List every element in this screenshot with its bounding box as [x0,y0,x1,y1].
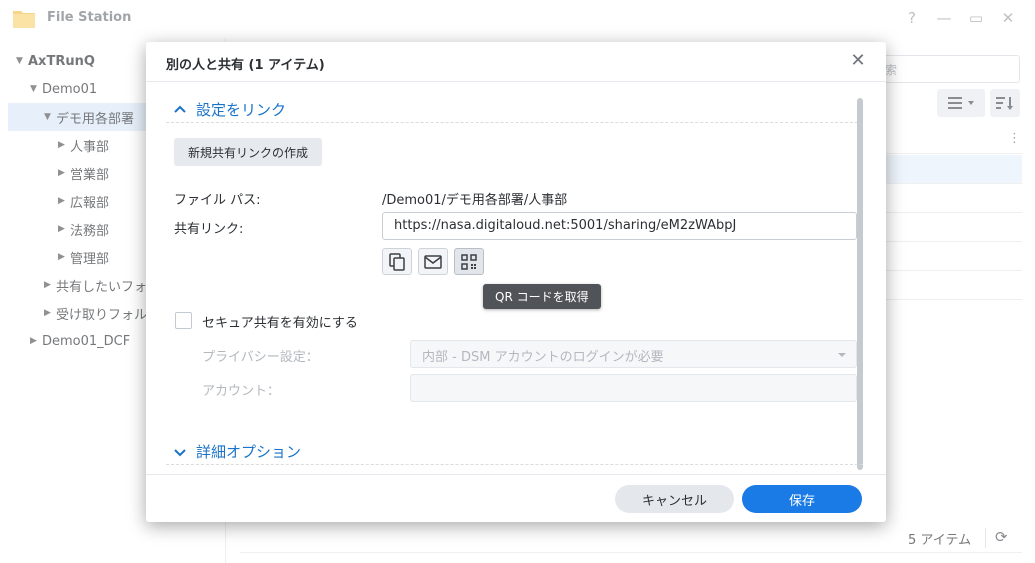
share-link-label: 共有リンク: [174,222,244,237]
chevron-down-icon [174,448,186,456]
file-path-label: ファイル パス: [174,193,261,208]
cancel-button[interactable]: キャンセル [615,485,734,513]
qr-code-button[interactable] [454,248,484,275]
dialog-scrollbar[interactable] [857,98,863,470]
qr-code-tooltip: QR コードを取得 [483,284,601,309]
close-icon[interactable]: ✕ [849,52,867,70]
chevron-up-icon [174,105,186,113]
section-link-settings-label: 設定をリンク [196,101,287,119]
section-link-settings[interactable]: 設定をリンク [166,97,863,123]
share-link-field[interactable]: https://nasa.digitaloud.net:5001/sharing… [382,212,857,240]
account-field [410,374,857,402]
section-advanced-options[interactable]: 詳細オプション [166,439,863,465]
dropdown-caret-icon [838,353,846,357]
dialog-title: 別の人と共有 (1 アイテム) [166,58,325,73]
save-button[interactable]: 保存 [742,485,862,513]
dialog-footer: キャンセル 保存 [146,474,886,522]
copy-link-button[interactable] [382,248,412,275]
qr-code-icon [461,253,477,270]
secure-share-checkbox[interactable] [175,312,192,329]
email-link-button[interactable] [418,248,448,275]
mail-icon [424,254,442,269]
account-label: アカウント： [202,384,281,399]
dialog-header: 別の人と共有 (1 アイテム) ✕ [146,42,886,82]
create-share-link-button[interactable]: 新規共有リンクの作成 [174,138,323,166]
secure-share-label[interactable]: セキュア共有を有効にする [202,312,358,331]
privacy-select-value: 内部 - DSM アカウントのログインが必要 [422,350,664,365]
privacy-label: プライバシー設定： [202,350,319,365]
copy-icon [389,252,405,271]
privacy-select: 内部 - DSM アカウントのログインが必要 [410,340,857,368]
share-dialog: 別の人と共有 (1 アイテム) ✕ 設定をリンク 新規共有リンクの作成 ファイル… [146,42,886,522]
file-path-value: /Demo01/デモ用各部署/人事部 [382,193,568,208]
section-advanced-options-label: 詳細オプション [196,443,302,461]
